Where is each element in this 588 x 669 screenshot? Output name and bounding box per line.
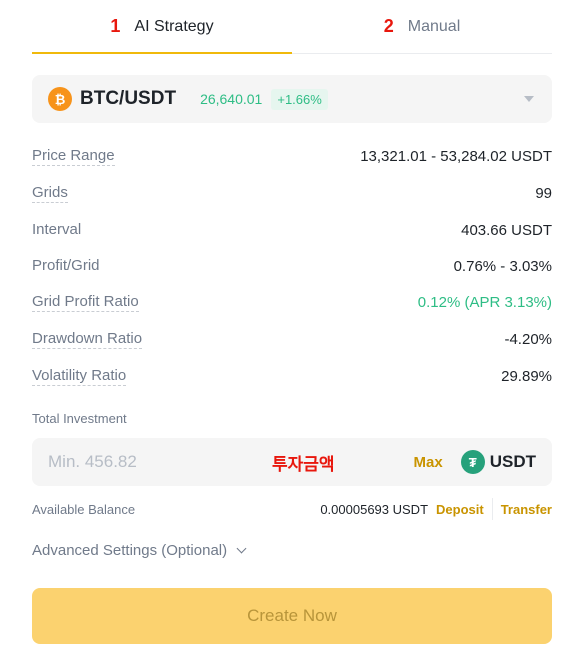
investment-field: 투자금액 Max ₮ USDT [32, 438, 552, 486]
available-balance: Available Balance 0.00005693 USDT Deposi… [32, 498, 552, 520]
param-row-profit-grid: Profit/Grid 0.76% - 3.03% [32, 254, 552, 278]
investment-annotation: 투자금액 [272, 455, 335, 475]
param-label: Profit/Grid [32, 256, 100, 274]
tab-manual[interactable]: 2 Manual [292, 0, 552, 53]
param-value: -4.20% [504, 330, 552, 348]
transfer-link[interactable]: Transfer [501, 502, 552, 517]
tab-label: AI Strategy [134, 17, 214, 35]
tab-number-annotation: 1 [110, 16, 121, 36]
available-balance-label: Available Balance [32, 501, 136, 517]
pair-selector[interactable]: ₿ BTC/USDT 26,640.01 +1.66% [32, 75, 552, 123]
param-label[interactable]: Volatility Ratio [32, 367, 127, 386]
investment-unit: USDT [489, 452, 536, 471]
divider [491, 498, 493, 520]
total-investment-label: Total Investment [32, 411, 127, 426]
advanced-settings-toggle[interactable]: Advanced Settings (Optional) [32, 542, 247, 559]
param-value: 99 [535, 184, 552, 202]
param-value: 0.12% (APR 3.13%) [417, 293, 552, 311]
tab-number-annotation: 2 [383, 16, 394, 36]
tab-ai-strategy[interactable]: 1 AI Strategy [32, 0, 292, 54]
param-row-grid-profit-ratio: Grid Profit Ratio 0.12% (APR 3.13%) [32, 290, 552, 314]
param-label[interactable]: Price Range [32, 147, 115, 166]
tab-label: Manual [407, 17, 461, 35]
param-label[interactable]: Grids [32, 184, 68, 203]
param-value: 13,321.01 - 53,284.02 USDT [360, 147, 552, 165]
strategy-tabs: 1 AI Strategy 2 Manual [32, 0, 552, 54]
advanced-settings-label: Advanced Settings (Optional) [32, 542, 228, 559]
param-label: Interval [32, 220, 82, 238]
param-value: 0.76% - 3.03% [453, 257, 552, 275]
pair-change-badge: +1.66% [271, 88, 328, 110]
param-row-drawdown-ratio: Drawdown Ratio -4.20% [32, 327, 552, 351]
pair-name: BTC/USDT [80, 88, 177, 109]
param-label[interactable]: Drawdown Ratio [32, 330, 143, 349]
chevron-down-icon [236, 543, 247, 554]
param-row-interval: Interval 403.66 USDT [32, 218, 552, 242]
param-value: 403.66 USDT [461, 221, 552, 239]
investment-amount-input[interactable] [48, 452, 248, 472]
available-balance-value: 0.00005693 USDT [320, 501, 429, 517]
max-button[interactable]: Max [414, 454, 443, 471]
param-row-grids: Grids 99 [32, 181, 552, 205]
create-now-button[interactable]: Create Now [32, 588, 552, 644]
bitcoin-icon: ₿ [48, 87, 72, 111]
param-row-volatility-ratio: Volatility Ratio 29.89% [32, 364, 552, 388]
param-value: 29.89% [501, 367, 552, 385]
tether-icon: ₮ [460, 450, 485, 474]
param-label[interactable]: Grid Profit Ratio [32, 293, 139, 312]
pair-price: 26,640.01 [200, 91, 263, 107]
param-row-price-range: Price Range 13,321.01 - 53,284.02 USDT [32, 144, 552, 168]
caret-down-icon [524, 96, 534, 102]
deposit-link[interactable]: Deposit [436, 502, 484, 517]
